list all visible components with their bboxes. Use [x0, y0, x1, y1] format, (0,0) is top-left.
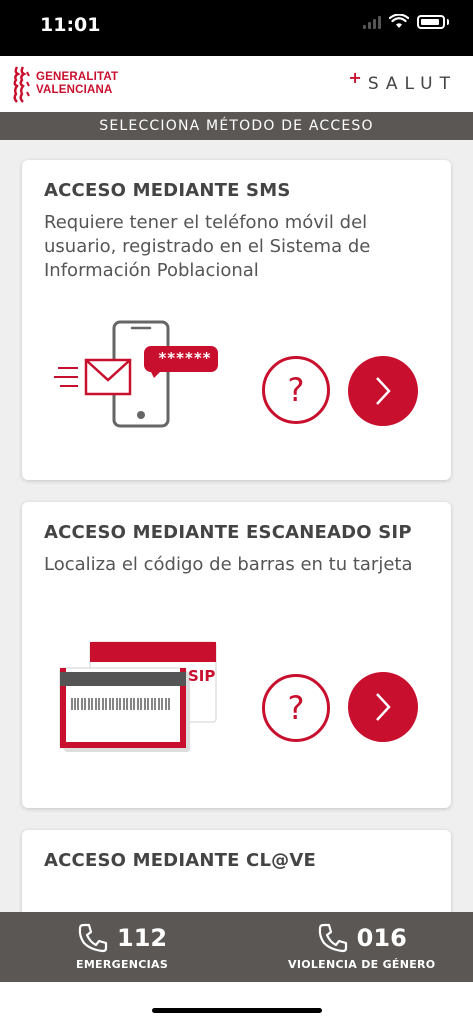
- salut-text: SALUT: [367, 74, 457, 94]
- emergency-bar: 112 EMERGENCIAS 016 VIOLENCIA DE GÉNERO: [0, 912, 473, 982]
- emergency-label: EMERGENCIAS: [76, 958, 169, 971]
- sip-card-illustration-icon: [59, 641, 217, 752]
- section-title: SELECCIONA MÉTODO DE ACCESO: [99, 118, 374, 134]
- status-icons: [363, 14, 449, 29]
- sip-continue-button[interactable]: [348, 672, 418, 742]
- card-sip-access: ACCESO MEDIANTE ESCANEADO SIP Localiza e…: [22, 502, 451, 808]
- emergency-112-button[interactable]: 112 EMERGENCIAS: [76, 922, 168, 971]
- phone-icon: [78, 923, 108, 953]
- access-methods-list[interactable]: ACCESO MEDIANTE SMS Requiere tener el te…: [0, 140, 473, 912]
- sms-continue-button[interactable]: [348, 356, 418, 426]
- help-icon: ?: [287, 371, 305, 409]
- chevron-right-icon: [376, 693, 391, 721]
- generalitat-emblem-icon: [13, 66, 30, 103]
- generalitat-logo-text: GENERALITAT VALENCIANA: [36, 71, 118, 97]
- signal-icon: [363, 15, 381, 29]
- sms-help-button[interactable]: ?: [262, 356, 330, 424]
- help-icon: ?: [287, 689, 305, 727]
- wifi-icon: [389, 14, 409, 28]
- sms-phone-illustration-icon: [54, 320, 218, 428]
- section-title-bar: SELECCIONA MÉTODO DE ACCESO: [0, 112, 473, 140]
- card-sip-description: Localiza el código de barras en tu tarje…: [44, 554, 413, 575]
- card-clave-access: ACCESO MEDIANTE CL@VE: [22, 830, 451, 912]
- card-clave-title: ACCESO MEDIANTE CL@VE: [44, 850, 316, 871]
- sms-code-text: ******: [158, 349, 212, 367]
- emergency-label: VIOLENCIA DE GÉNERO: [288, 958, 436, 971]
- card-sip-title: ACCESO MEDIANTE ESCANEADO SIP: [44, 522, 412, 543]
- card-sms-description: Requiere tener el teléfono móvil del usu…: [44, 212, 371, 281]
- salut-cross-icon: +: [348, 68, 362, 87]
- emergency-number: 112: [117, 924, 168, 952]
- generalitat-logo: GENERALITAT VALENCIANA: [12, 64, 118, 104]
- home-indicator-area: [0, 982, 473, 1024]
- card-sms-access: ACCESO MEDIANTE SMS Requiere tener el te…: [22, 160, 451, 480]
- sip-card-label: SIP: [188, 667, 216, 685]
- gv-line2: VALENCIANA: [36, 84, 113, 96]
- phone-icon: [318, 923, 347, 953]
- gv-line1: GENERALITAT: [36, 71, 119, 83]
- battery-icon: [417, 14, 445, 29]
- home-indicator[interactable]: [152, 1008, 322, 1013]
- app-header: GENERALITAT VALENCIANA + SALUT: [0, 56, 473, 112]
- emergency-016-button[interactable]: 016 VIOLENCIA DE GÉNERO: [288, 922, 435, 971]
- status-bar: 11:01: [0, 0, 473, 56]
- salut-logo: + SALUT: [348, 70, 457, 95]
- status-time: 11:01: [40, 14, 101, 36]
- chevron-right-icon: [376, 377, 391, 405]
- emergency-number: 016: [356, 924, 407, 952]
- sip-help-button[interactable]: ?: [262, 674, 330, 742]
- battery-tip: [447, 18, 449, 25]
- card-sms-title: ACCESO MEDIANTE SMS: [44, 180, 291, 201]
